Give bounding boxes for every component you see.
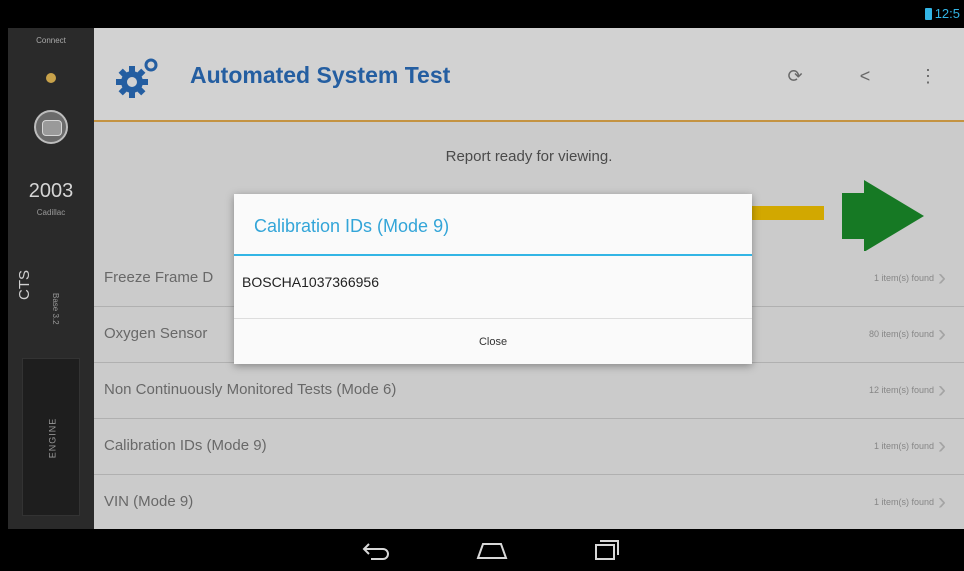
status-time: 12:5 (934, 6, 960, 21)
vehicle-submodel: Base 3.2 (51, 293, 60, 325)
vehicle-year: 2003 (28, 180, 74, 202)
engine-button[interactable]: ENGINE (22, 358, 80, 516)
vehicle-sidebar: Connect 2003 Cadillac CTS Base 3.2 ENGIN… (8, 28, 94, 529)
recents-icon[interactable] (586, 537, 626, 563)
connection-status-dot (46, 73, 56, 83)
dialog-title: Calibration IDs (Mode 9) (254, 216, 450, 236)
battery-icon (924, 7, 932, 20)
close-button[interactable]: Close (234, 319, 752, 364)
engine-label: ENGINE (46, 417, 57, 459)
vehicle-make: Cadillac (36, 208, 66, 217)
vehicle-model: CTS (16, 270, 33, 300)
engine-label-wrap: ENGINE (23, 359, 81, 517)
dialog-body: BOSCHA1037366956 (242, 274, 379, 290)
calibration-dialog: Calibration IDs (Mode 9) BOSCHA103736695… (234, 194, 752, 364)
dialog-title-divider (234, 254, 752, 256)
home-icon[interactable] (472, 537, 512, 563)
vehicle-logo (34, 110, 68, 144)
system-nav-bar (0, 529, 964, 571)
status-cluster: 12:5 (924, 6, 960, 21)
status-bar: 12:5 (0, 0, 964, 28)
back-icon[interactable] (356, 537, 396, 563)
connect-label: Connect (36, 36, 66, 45)
